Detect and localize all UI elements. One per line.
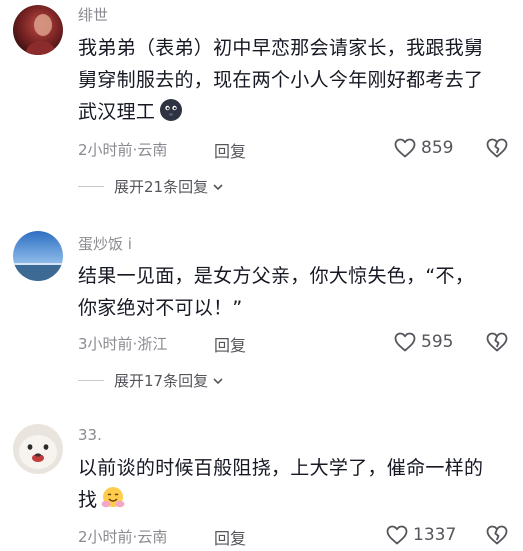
comment-item: 33. 以前谈的时候百般阻挠，上大学了，催命一样的 找 2小时前·云南 回复 1… — [0, 0, 523, 550]
avatar-image — [13, 424, 63, 474]
hugging-face-emoji — [100, 485, 126, 511]
like-button[interactable]: 1337 — [385, 523, 456, 547]
broken-heart-icon — [486, 525, 508, 545]
avatar[interactable] — [13, 424, 63, 474]
comment-location: 云南 — [137, 528, 168, 546]
heart-icon — [386, 525, 408, 545]
comment-text: 以前谈的时候百般阻挠，上大学了，催命一样的 找 — [78, 452, 508, 516]
comment-meta: 2小时前·云南 — [78, 526, 167, 547]
comment-text-segment: 找 — [78, 489, 98, 511]
comment-text-line: 找 — [78, 484, 508, 516]
dislike-button[interactable] — [485, 523, 509, 551]
username[interactable]: 33. — [78, 426, 102, 444]
reply-button[interactable]: 回复 — [214, 525, 246, 549]
comment-text-line: 以前谈的时候百般阻挠，上大学了，催命一样的 — [78, 457, 484, 479]
like-count: 1337 — [413, 525, 457, 545]
comment-time: 2小时前 — [78, 528, 133, 546]
